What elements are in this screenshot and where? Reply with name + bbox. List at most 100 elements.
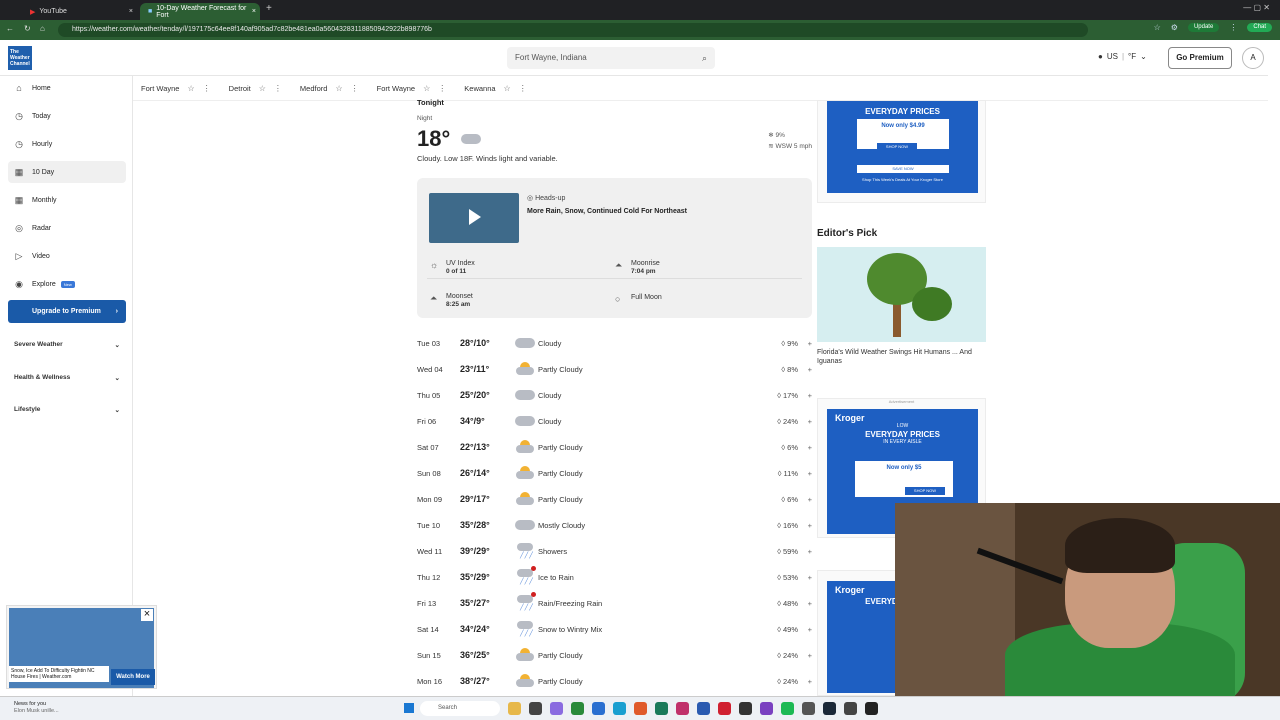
close-icon[interactable]: × [252,8,256,15]
app-icon[interactable] [739,702,752,715]
forecast-row[interactable]: Thu 05 25°/20° Cloudy ◊ 17% + [417,382,812,408]
star-icon[interactable]: ☆ [1154,23,1161,32]
app-icon[interactable] [529,702,542,715]
sidebar-section-lifestyle[interactable]: Lifestyle ⌄ [14,406,120,414]
more-icon[interactable]: ⋮ [438,84,446,93]
sidebar-item-hourly[interactable]: ◷ Hourly [8,133,126,155]
app-icon[interactable] [844,702,857,715]
go-premium-button[interactable]: Go Premium [1168,47,1232,69]
expand-icon[interactable]: + [798,417,812,426]
app-icon[interactable] [760,702,773,715]
location-item[interactable]: Medford ☆ ⋮ [300,84,359,93]
app-icon[interactable] [718,702,731,715]
app-icon[interactable] [865,702,878,715]
back-icon[interactable]: ← [6,24,14,33]
app-icon[interactable] [676,702,689,715]
address-bar[interactable]: https://weather.com/weather/tenday/l/197… [58,23,1088,37]
expand-icon[interactable]: + [798,365,812,374]
ad-shop-button[interactable]: SHOP NOW [877,143,917,151]
ad-save-button[interactable]: SAVE NOW [857,165,949,173]
unit-selector[interactable]: ● US | °F ⌄ [1098,52,1147,61]
app-icon[interactable] [655,702,668,715]
expand-icon[interactable]: + [798,547,812,556]
forecast-row[interactable]: Tue 10 35°/28° Mostly Cloudy ◊ 16% + [417,512,812,538]
ad-shop-button[interactable]: SHOP NOW [905,487,945,495]
taskbar-search[interactable]: Search [420,701,500,716]
sidebar-item-home[interactable]: ⌂ Home [8,77,126,99]
forecast-row[interactable]: Wed 04 23°/11° Partly Cloudy ◊ 8% + [417,356,812,382]
sidebar-item-explore[interactable]: ◉ Explore New [8,273,126,295]
forecast-row[interactable]: Mon 16 38°/27° Partly Cloudy ◊ 24% + [417,668,812,694]
forecast-row[interactable]: Mon 09 29°/17° Partly Cloudy ◊ 6% + [417,486,812,512]
close-icon[interactable]: × [141,609,153,621]
forecast-row[interactable]: Wed 11 39°/29° ╱╱╱ Showers ◊ 59% + [417,538,812,564]
mini-video-player[interactable]: × Snow, Ice Add To Difficulty Fightin NC… [6,605,157,689]
refresh-icon[interactable]: ↻ [24,24,31,33]
weather-channel-logo[interactable]: The Weather Channel [8,46,32,70]
chat-button[interactable]: Chat [1247,23,1272,32]
forecast-row[interactable]: Sun 08 26°/14° Partly Cloudy ◊ 11% + [417,460,812,486]
sidebar-section-health[interactable]: Health & Wellness ⌄ [14,374,120,382]
play-icon[interactable] [469,209,481,225]
expand-icon[interactable]: + [798,443,812,452]
menu-icon[interactable]: ⋮ [1229,23,1237,32]
tab-youtube[interactable]: ▶ YouTube × [22,3,137,20]
spotify-icon[interactable] [781,702,794,715]
star-icon[interactable]: ☆ [335,84,342,93]
sidebar-item-10-day[interactable]: ▦ 10 Day [8,161,126,183]
extensions-icon[interactable]: ⚙ [1171,23,1178,32]
forecast-row[interactable]: Tue 03 28°/10° Cloudy ◊ 9% + [417,330,812,356]
avatar[interactable]: A [1242,47,1264,69]
advertisement[interactable]: EVERYDAY PRICES Now only $4.99 SHOP NOW … [817,100,986,203]
star-icon[interactable]: ☆ [259,84,266,93]
close-icon[interactable]: × [129,8,133,15]
app-icon[interactable] [571,702,584,715]
star-icon[interactable]: ☆ [423,84,430,93]
more-icon[interactable]: ⋮ [351,84,359,93]
windows-start-icon[interactable] [404,703,414,713]
ad-banner[interactable]: EVERYDAY PRICES Now only $4.99 SHOP NOW … [827,101,978,193]
location-item[interactable]: Fort Wayne ☆ ⋮ [377,84,447,93]
new-tab-icon[interactable]: + [266,3,272,14]
sidebar-item-today[interactable]: ◷ Today [8,105,126,127]
more-icon[interactable]: ⋮ [274,84,282,93]
location-item[interactable]: Kewanna ☆ ⋮ [464,84,526,93]
more-icon[interactable]: ⋮ [203,84,211,93]
expand-icon[interactable]: + [798,677,812,686]
expand-icon[interactable]: + [798,339,812,348]
update-button[interactable]: Update [1187,23,1220,32]
expand-icon[interactable]: + [798,495,812,504]
app-icon[interactable] [550,702,563,715]
expand-icon[interactable]: + [798,521,812,530]
editors-pick-caption[interactable]: Florida's Wild Weather Swings Hit Humans… [817,348,986,366]
watch-more-button[interactable]: Watch More [111,669,155,685]
forecast-row[interactable]: Sun 15 36°/25° Partly Cloudy ◊ 24% + [417,642,812,668]
location-item[interactable]: Fort Wayne ☆ ⋮ [141,84,211,93]
sidebar-item-radar[interactable]: ◎ Radar [8,217,126,239]
star-icon[interactable]: ☆ [187,84,194,93]
expand-icon[interactable]: + [798,599,812,608]
window-controls[interactable]: — ▢ ✕ [1243,3,1270,12]
location-item[interactable]: Detroit ☆ ⋮ [229,84,282,93]
app-icon[interactable] [634,702,647,715]
tab-weather[interactable]: ■ 10-Day Weather Forecast for Fort × [140,3,260,20]
steam-icon[interactable] [823,702,836,715]
sidebar-section-severe-weather[interactable]: Severe Weather ⌄ [14,341,120,349]
forecast-row[interactable]: Thu 12 35°/29° ╱╱╱ Ice to Rain ◊ 53% + [417,564,812,590]
editors-pick-image[interactable] [817,247,986,342]
app-icon[interactable] [592,702,605,715]
app-icon[interactable] [697,702,710,715]
app-icon[interactable] [508,702,521,715]
expand-icon[interactable]: + [798,469,812,478]
search-icon[interactable]: ⌕ [702,47,707,69]
sidebar-item-video[interactable]: ▷ Video [8,245,126,267]
expand-icon[interactable]: + [798,651,812,660]
expand-icon[interactable]: + [798,573,812,582]
edge-icon[interactable] [613,702,626,715]
star-icon[interactable]: ☆ [504,84,511,93]
video-thumbnail[interactable] [429,193,519,243]
app-icon[interactable] [802,702,815,715]
video-title[interactable]: More Rain, Snow, Continued Cold For Nort… [527,208,687,215]
more-icon[interactable]: ⋮ [519,84,527,93]
expand-icon[interactable]: + [798,625,812,634]
